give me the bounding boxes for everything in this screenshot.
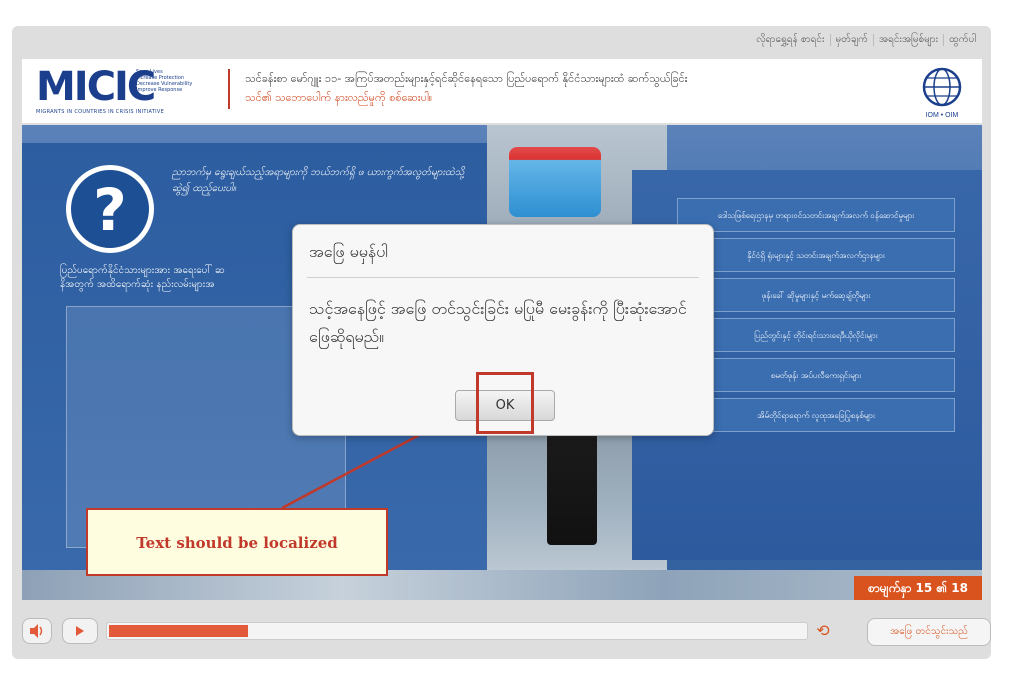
volume-icon	[30, 624, 43, 638]
choice-item[interactable]: အိမ်တိုင်ရာရောက် လူထုအခြေပြုစနစ်များ	[677, 398, 955, 432]
top-nav: လိုရာရွှေ့ရန် စာရင်း မှတ်ချက် အရင်းအမြစ်…	[751, 34, 981, 46]
annotation-callout: Text should be localized	[86, 508, 388, 576]
nav-link-menu[interactable]: လိုရာရွှေ့ရန် စာရင်း	[751, 34, 829, 46]
header-divider	[228, 69, 230, 109]
drop-target-label: ပြည်ပရောက်နိုင်ငံသားများအား အရေးပေါ် ဆ န…	[60, 265, 225, 290]
choice-item[interactable]: ဖုန်းခေါ် ဆိုမှုများနှင့် မက်ဆေ့ချ်တိုမျ…	[677, 278, 955, 312]
dialog-message: သင့်အနေဖြင့် အဖြေ တင်သွင်းခြင်း မပြုမီ မ…	[309, 299, 687, 346]
question-icon: ?	[66, 165, 154, 253]
nav-link-exit[interactable]: ထွက်ပါ	[943, 34, 981, 46]
page-indicator: စာမျက်နှာ 15 ၏ 18	[854, 576, 982, 600]
course-header: MICIC Save Lives Increase Protection Dec…	[22, 59, 982, 123]
player-controls: ⟲ အဖြေ တင်သွင်းသည်	[22, 616, 991, 648]
nav-link-resources[interactable]: အရင်းအမြစ်များ	[872, 34, 943, 46]
progress-bar[interactable]	[106, 622, 808, 640]
ok-highlight-box	[476, 372, 534, 434]
play-button[interactable]	[62, 618, 98, 644]
section-subtitle: သင်၏ သဘောပေါက် နားလည်မှုကို စစ်ဆေးပါ။	[245, 91, 433, 104]
choice-item[interactable]: ပြည်တွင်းနှင့် တိုင်းရင်းသားရေဒီယိုလိုင်…	[677, 318, 955, 352]
choice-item[interactable]: ဒေါသဖြစ်ရေးဌာနမှ တရားဝင်သတင်းအချက်အလက် ဝ…	[677, 198, 955, 232]
reload-icon[interactable]: ⟲	[812, 618, 834, 644]
micic-logo: MICIC Save Lives Increase Protection Dec…	[36, 67, 226, 119]
annotation-text: Text should be localized	[136, 534, 338, 552]
choice-item[interactable]: နိုင်ငံရှိ ရုံးများနှင့် သတင်းအချက်အလက်ဌ…	[677, 238, 955, 272]
choice-item[interactable]: စမတ်ဖုန်း အပ်ပလီကေးရှင်းများ	[677, 358, 955, 392]
course-title: သင်ခန်းစာ မော်ဂျူး ၁၁- အကြပ်အတည်းများနှင…	[245, 72, 688, 85]
submit-answer-button[interactable]: အဖြေ တင်သွင်းသည်	[867, 618, 991, 646]
iom-logo: IOM • OIM	[916, 65, 968, 119]
logo-subtitle: MIGRANTS IN COUNTRIES IN CRISIS INITIATI…	[36, 109, 165, 115]
volume-button[interactable]	[22, 618, 52, 644]
nav-link-notes[interactable]: မှတ်ချက်	[829, 34, 873, 46]
question-prompt: ညာဘက်မှ ရွေးချယ်သည့်အရာများကို ဘယ်ဘက်ရှိ…	[172, 167, 465, 194]
logo-wordmark: MICIC	[36, 64, 156, 110]
play-icon	[76, 626, 84, 636]
svg-text:IOM • OIM: IOM • OIM	[926, 112, 959, 119]
logo-tagline: Save Lives Increase Protection Decrease …	[136, 69, 193, 93]
dialog-title: အဖြေ မမှန်ပါ	[309, 242, 389, 261]
progress-fill	[109, 625, 248, 637]
